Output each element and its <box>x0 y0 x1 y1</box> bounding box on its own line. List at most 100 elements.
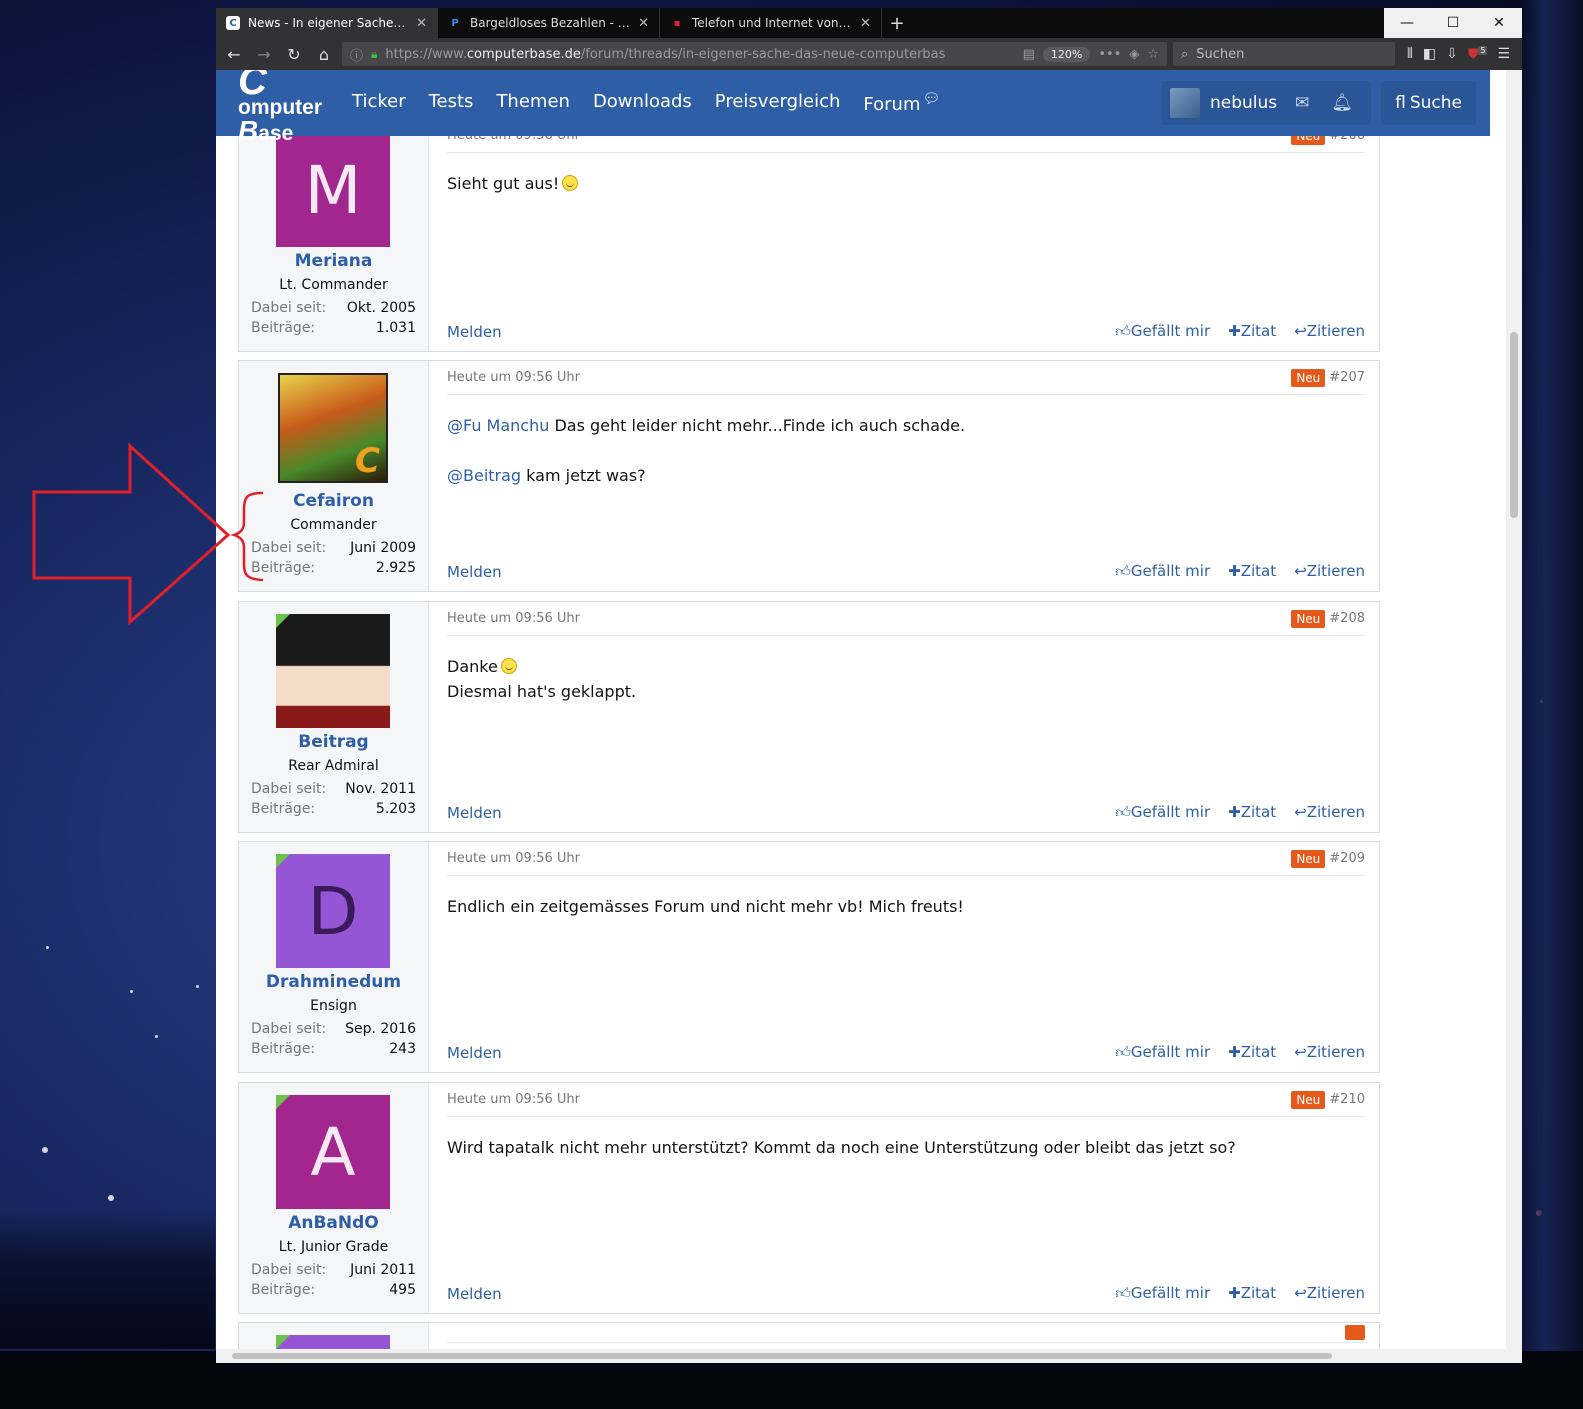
avatar[interactable]: M <box>276 133 390 247</box>
plus-icon: ✚ <box>1228 1284 1241 1302</box>
computerbase-logo[interactable]: C omputer Base <box>238 70 322 144</box>
avatar[interactable]: D <box>276 854 390 968</box>
posts-value: 5.203 <box>375 801 416 817</box>
post-number[interactable]: #210 <box>1329 1092 1365 1107</box>
maximize-icon[interactable]: ☐ <box>1430 8 1476 38</box>
close-tab-icon[interactable]: ✕ <box>638 16 649 31</box>
posts-label: Beiträge: <box>251 1041 316 1057</box>
joined-value: Juni 2011 <box>350 1262 416 1278</box>
computerbase-favicon: C <box>226 16 240 30</box>
quote-button[interactable]: ↩Zitieren <box>1294 562 1365 581</box>
download-icon[interactable]: ⇩ <box>1446 46 1458 63</box>
multiquote-button[interactable]: ✚Zitat <box>1228 562 1276 581</box>
plus-icon: ✚ <box>1228 322 1241 340</box>
mention-link[interactable]: @Beitrag <box>447 466 521 485</box>
close-tab-icon[interactable]: ✕ <box>416 16 427 31</box>
zoom-indicator[interactable]: 120% <box>1042 46 1091 62</box>
vertical-scrollbar[interactable] <box>1506 70 1522 1363</box>
quote-button[interactable]: ↩Zitieren <box>1294 1284 1365 1303</box>
post-time[interactable]: Heute um 09:56 Uhr <box>447 851 580 866</box>
bell-icon[interactable]: 🔔︎ <box>1327 93 1357 113</box>
joined-label: Dabei seit: <box>251 781 327 797</box>
info-icon[interactable]: ⓘ <box>350 45 363 64</box>
multiquote-button[interactable]: ✚Zitat <box>1228 1284 1276 1303</box>
browser-window: C News - In eigener Sache: Das ✕ P Barge… <box>216 8 1522 1363</box>
post-meta: Heute um 09:56 Uhr Neu #208 <box>447 602 1365 636</box>
quote-button[interactable]: ↩Zitieren <box>1294 322 1365 341</box>
ublock-icon[interactable]: ⛊ 5 <box>1468 45 1488 62</box>
url-bar[interactable]: ⓘ 🔒︎ https://www.computerbase.de/forum/t… <box>342 42 1167 66</box>
mention-link[interactable]: @Fu Manchu <box>447 416 549 435</box>
post-number[interactable]: #207 <box>1329 370 1365 385</box>
envelope-icon[interactable]: ✉ <box>1287 93 1317 113</box>
reload-icon[interactable]: ↻ <box>282 42 306 66</box>
posts-label: Beiträge: <box>251 801 316 817</box>
close-window-icon[interactable]: ✕ <box>1476 8 1522 38</box>
post-time[interactable]: Heute um 09:56 Uhr <box>447 370 580 385</box>
smiley-icon <box>500 658 517 674</box>
author-name[interactable]: Beitrag <box>239 732 428 752</box>
nav-preisvergleich[interactable]: Preisvergleich <box>715 91 841 115</box>
like-button[interactable]: 👍︎Gefällt mir <box>1115 322 1210 341</box>
search-icon: ⌕ <box>1180 46 1189 62</box>
thumbs-up-icon: 👍︎ <box>1115 1043 1131 1061</box>
post-content: Sieht gut aus! <box>447 153 1365 196</box>
author-name[interactable]: AnBaNdO <box>239 1213 428 1233</box>
tab-paypal[interactable]: P Bargeldloses Bezahlen - Onlin ✕ <box>438 8 660 38</box>
nav-downloads[interactable]: Downloads <box>593 91 692 115</box>
report-link[interactable]: Melden <box>447 323 502 341</box>
nav-ticker[interactable]: Ticker <box>352 91 406 115</box>
author-name[interactable]: Drahminedum <box>239 972 428 992</box>
sidebar-icon[interactable]: ◧ <box>1423 46 1436 63</box>
search-bar[interactable]: ⌕ Suchen <box>1172 42 1395 66</box>
nav-themen[interactable]: Themen <box>496 91 570 115</box>
tab-computerbase[interactable]: C News - In eigener Sache: Das ✕ <box>216 8 438 38</box>
close-tab-icon[interactable]: ✕ <box>860 16 871 31</box>
multiquote-button[interactable]: ✚Zitat <box>1228 322 1276 341</box>
post-time[interactable]: Heute um 09:56 Uhr <box>447 1092 580 1107</box>
menu-icon[interactable]: ☰ <box>1497 46 1510 63</box>
avatar[interactable] <box>276 614 390 728</box>
site-search-button[interactable]: fl Suche <box>1381 81 1476 125</box>
forward-icon[interactable]: → <box>252 42 276 66</box>
tab-title: Bargeldloses Bezahlen - Onlin <box>470 16 630 30</box>
page-actions-icon[interactable]: ••• <box>1098 47 1121 62</box>
bookmark-star-icon[interactable]: ☆ <box>1147 47 1159 62</box>
quote-button[interactable]: ↩Zitieren <box>1294 1043 1365 1062</box>
multiquote-button[interactable]: ✚Zitat <box>1228 803 1276 822</box>
like-button[interactable]: 👍︎Gefällt mir <box>1115 562 1210 581</box>
library-icon[interactable]: ⫴ <box>1407 46 1413 63</box>
avatar[interactable]: A <box>276 1095 390 1209</box>
nav-forum[interactable]: Forum 💬︎ <box>863 91 940 115</box>
horizontal-scrollbar[interactable] <box>216 1349 1506 1363</box>
report-link[interactable]: Melden <box>447 1285 502 1303</box>
nav-tests[interactable]: Tests <box>429 91 474 115</box>
plus-icon: ✚ <box>1228 1043 1241 1061</box>
plus-icon: ✚ <box>1228 562 1241 580</box>
home-icon[interactable]: ⌂ <box>312 42 336 66</box>
back-icon[interactable]: ← <box>222 42 246 66</box>
avatar[interactable]: C <box>278 373 388 483</box>
minimize-icon[interactable]: — <box>1384 8 1430 38</box>
report-link[interactable]: Melden <box>447 1044 502 1062</box>
post-number[interactable]: #209 <box>1329 851 1365 866</box>
report-link[interactable]: Melden <box>447 804 502 822</box>
pocket-icon[interactable]: ◈ <box>1129 47 1139 62</box>
like-button[interactable]: 👍︎Gefällt mir <box>1115 1043 1210 1062</box>
post-time[interactable]: Heute um 09:56 Uhr <box>447 611 580 626</box>
user-menu[interactable]: nebulus ✉ 🔔︎ <box>1161 81 1372 125</box>
tree-silhouette <box>1521 0 1583 1409</box>
like-button[interactable]: 👍︎Gefällt mir <box>1115 1284 1210 1303</box>
tab-netcologne[interactable]: ▪ Telefon und Internet von NetC ✕ <box>660 8 882 38</box>
report-link[interactable]: Melden <box>447 563 502 581</box>
reply-icon: ↩ <box>1294 562 1307 580</box>
annotation-arrow <box>32 442 264 626</box>
author-name[interactable]: Meriana <box>239 251 428 271</box>
multiquote-button[interactable]: ✚Zitat <box>1228 1043 1276 1062</box>
reader-view-icon[interactable]: ▤ <box>1023 47 1035 62</box>
quote-button[interactable]: ↩Zitieren <box>1294 803 1365 822</box>
new-tab-button[interactable]: + <box>882 8 912 38</box>
post-meta: Heute um 09:56 Uhr Neu #209 <box>447 842 1365 876</box>
post-number[interactable]: #208 <box>1329 611 1365 626</box>
like-button[interactable]: 👍︎Gefällt mir <box>1115 803 1210 822</box>
